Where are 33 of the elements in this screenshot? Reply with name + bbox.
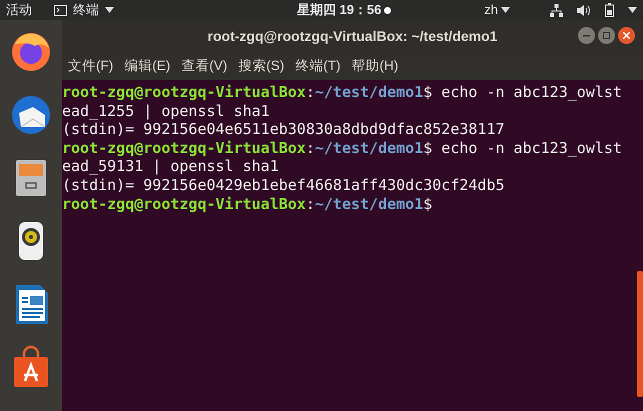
caret-icon xyxy=(105,7,114,13)
browser-icon[interactable] xyxy=(9,30,53,74)
terminal-line: ead_1255 | openssl sha1 xyxy=(62,102,271,120)
battery-icon[interactable] xyxy=(605,3,614,17)
window-title: root-zgq@rootzgq-VirtualBox: ~/test/demo1 xyxy=(208,26,498,46)
close-button[interactable] xyxy=(618,27,635,44)
clock[interactable]: 星期四 19：56 xyxy=(296,0,382,20)
menu-item[interactable]: 查看(V) xyxy=(181,56,228,76)
caret-icon xyxy=(628,7,637,13)
minimize-button[interactable] xyxy=(578,27,595,44)
terminal-line: root-zgq@rootzgq-VirtualBox:~/test/demo1$ xyxy=(62,194,434,214)
caret-icon xyxy=(501,7,510,13)
menu-item[interactable]: 帮助(H) xyxy=(352,56,398,76)
scrollbar-thumb[interactable] xyxy=(637,271,643,397)
minimize-icon xyxy=(583,34,590,36)
menu-item[interactable]: 终端(T) xyxy=(295,56,340,76)
terminal-icon xyxy=(54,4,67,16)
activities-button[interactable]: 活动 xyxy=(6,0,32,20)
terminal-line: root-zgq@rootzgq-VirtualBox:~/test/demo1$ echo -n abc123_owlst xyxy=(62,83,623,102)
menu-item[interactable]: 编辑(E) xyxy=(124,56,170,76)
maximize-icon xyxy=(603,32,610,39)
terminal-line: (stdin)= 992156e04e6511eb30830a8dbd9dfac852e38117 xyxy=(62,120,506,139)
close-icon xyxy=(623,32,630,39)
app-menu[interactable]: 终端 xyxy=(73,0,99,20)
mail-icon[interactable] xyxy=(9,93,53,137)
menu-item[interactable]: 文件(F) xyxy=(68,56,114,76)
terminal-line: root-zgq@rootzgq-VirtualBox:~/test/demo1$ echo -n abc123_owlst xyxy=(62,138,623,158)
terminal-line: ead_59131 | openssl sha1 xyxy=(62,157,280,176)
network-icon[interactable] xyxy=(550,4,563,16)
input-method-menu[interactable]: zh xyxy=(484,0,498,20)
volume-icon[interactable] xyxy=(577,4,591,16)
terminal-line: (stdin)= 992156e0429eb1ebef46681aff430dc30cf24db5 xyxy=(62,176,506,195)
menu-item[interactable]: 搜索(S) xyxy=(238,56,284,76)
